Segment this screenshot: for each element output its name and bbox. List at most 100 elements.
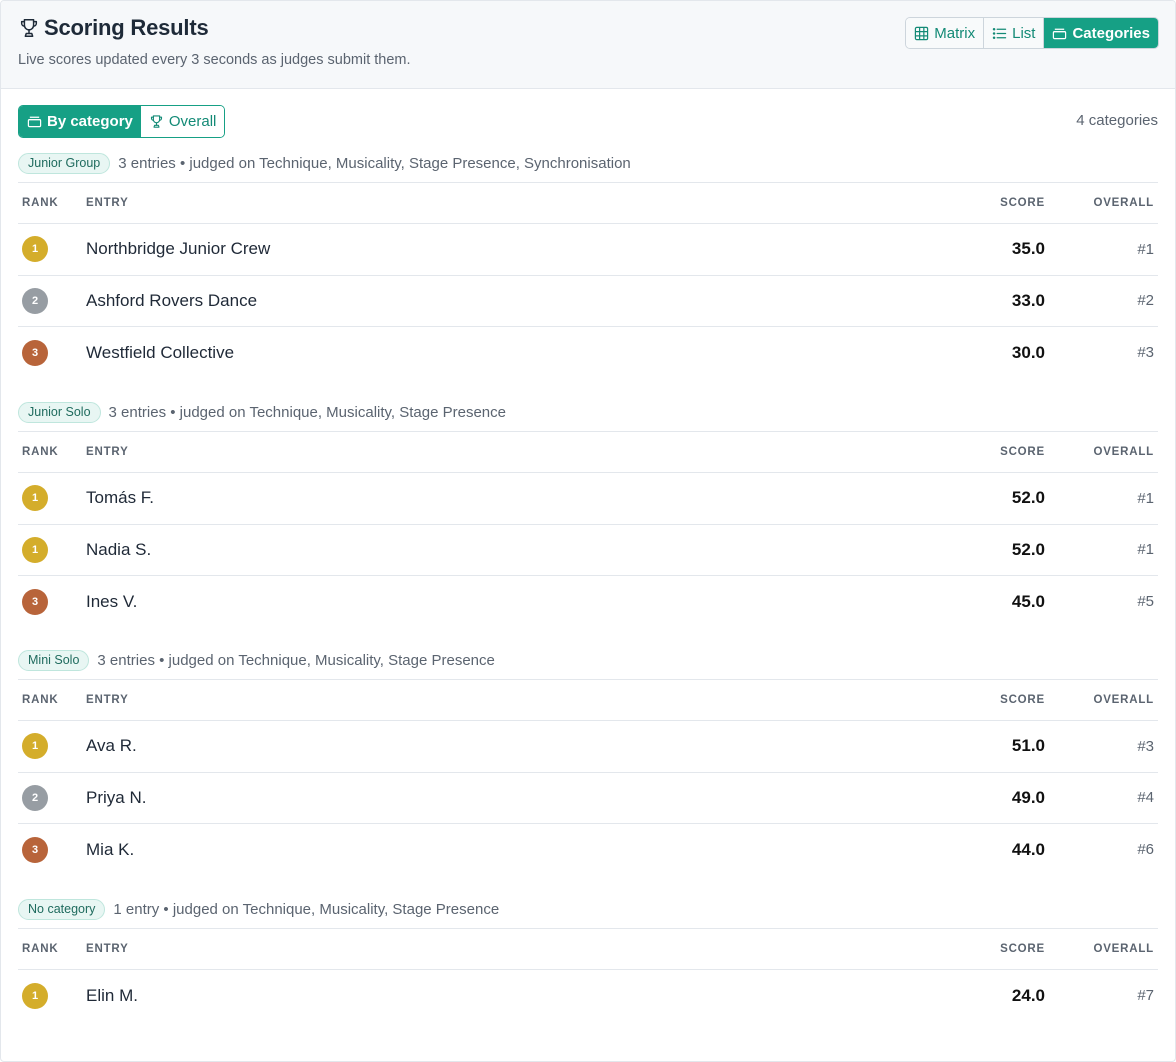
entry-score: 24.0 <box>1011 985 1045 1005</box>
view-list-button[interactable]: List <box>984 18 1045 48</box>
list-icon <box>992 27 1007 39</box>
view-matrix-button[interactable]: Matrix <box>906 18 985 48</box>
table-row: 3 Ines V. 45.0 #5 <box>18 576 1158 628</box>
rank-medal: 1 <box>22 236 48 263</box>
trophy-icon <box>150 115 162 128</box>
table-row: 3 Mia K. 44.0 #6 <box>18 824 1158 876</box>
entry-score: 52.0 <box>945 524 1045 576</box>
overall-button[interactable]: Overall <box>140 106 225 137</box>
table-row: 2 Ashford Rovers Dance 33.0 #2 <box>18 275 1158 327</box>
view-list-label: List <box>1012 24 1036 42</box>
page-subtitle: Live scores updated every 3 seconds as j… <box>18 52 411 68</box>
category-count: 4 categories <box>1076 112 1158 129</box>
score-column-header: SCORE <box>945 182 1045 224</box>
table-header-row: RANK ENTRY SCORE OVERALL <box>18 182 1158 224</box>
entry-score: 52.0 <box>945 472 1045 525</box>
entry-overall-rank: #1 <box>1045 472 1158 525</box>
entry-overall-rank: #2 <box>1045 275 1158 327</box>
category-pill: Junior Solo <box>18 401 101 423</box>
category-pill: Mini Solo <box>18 649 90 671</box>
table-row: 1 Tomás F. 52.0 #1 <box>18 472 1158 525</box>
category-description: 1 entry • judged on Technique, Musicalit… <box>113 900 500 918</box>
entry-column-header: ENTRY <box>82 928 945 970</box>
overall-column-header: OVERALL <box>1045 928 1158 970</box>
table-header-row: RANK ENTRY SCORE OVERALL <box>18 431 1158 473</box>
entry-name: Priya N. <box>82 772 945 824</box>
rank-medal: 3 <box>22 836 48 863</box>
entry-name: Ines V. <box>86 591 138 611</box>
table-row: 2 Priya N. 49.0 #4 <box>18 772 1158 824</box>
by-category-label: By category <box>47 113 133 130</box>
page-title-text: Scoring Results <box>44 15 209 40</box>
table-row: 1 Elin M. 24.0 #7 <box>18 970 1158 1022</box>
entry-score: 33.0 <box>945 275 1045 327</box>
results-toolbar: By category Overall 4 categories <box>18 105 1158 138</box>
rank-medal: 2 <box>22 287 48 314</box>
entry-overall-rank: #5 <box>1137 593 1154 610</box>
rank-medal: 1 <box>22 485 48 512</box>
page-title: Scoring Results <box>18 15 209 41</box>
entry-score: 49.0 <box>945 772 1045 824</box>
overall-column-header: OVERALL <box>1045 182 1158 224</box>
grid-icon <box>915 26 929 40</box>
entry-name: Nadia S. <box>82 524 945 576</box>
folder-icon <box>27 116 42 128</box>
entry-overall-rank: #3 <box>1045 720 1158 773</box>
category-description: 3 entries • judged on Technique, Musical… <box>97 651 495 669</box>
entry-name: Ava R. <box>82 720 945 773</box>
category-section: Mini Solo 3 entries • judged on Technique… <box>18 649 1158 875</box>
category-header: Mini Solo 3 entries • judged on Technique… <box>18 649 1158 671</box>
entry-name: Elin M. <box>86 985 138 1005</box>
entry-overall-rank: #7 <box>1137 987 1154 1004</box>
category-description: 3 entries • judged on Technique, Musical… <box>118 154 631 172</box>
entry-name: Westfield Collective <box>86 342 235 362</box>
rank-column-header: RANK <box>18 182 82 224</box>
results-table: RANK ENTRY SCORE OVERALL 1 Ava R. 51.0 #3 2 Priya… <box>18 679 1158 875</box>
rank-column-header: RANK <box>18 679 82 721</box>
entry-overall-rank: #6 <box>1137 841 1154 858</box>
view-matrix-label: Matrix <box>934 24 976 42</box>
table-header-row: RANK ENTRY SCORE OVERALL <box>18 928 1158 970</box>
score-column-header: SCORE <box>945 928 1045 970</box>
results-table: RANK ENTRY SCORE OVERALL 1 Northbridge Junior… <box>18 182 1158 378</box>
overall-label: Overall <box>168 113 217 130</box>
overall-column-header: OVERALL <box>1045 431 1158 473</box>
rank-medal: 1 <box>22 733 48 760</box>
entry-name: Ashford Rovers Dance <box>82 275 945 327</box>
page-header: Scoring Results Live scores updated ever… <box>1 1 1175 89</box>
scoring-results-card: Scoring Results Live scores updated ever… <box>0 0 1176 1062</box>
category-pill: Junior Group <box>18 152 111 174</box>
table-row: 1 Ava R. 51.0 #3 <box>18 720 1158 773</box>
table-row: 1 Nadia S. 52.0 #1 <box>18 524 1158 576</box>
rank-medal: 3 <box>22 339 48 366</box>
category-section: Junior Group 3 entries • judged on Techni… <box>18 152 1158 378</box>
entry-score: 30.0 <box>1011 342 1045 362</box>
entry-score: 45.0 <box>1011 591 1045 611</box>
rank-medal: 3 <box>22 588 48 615</box>
table-row: 3 Westfield Collective 30.0 #3 <box>18 327 1158 379</box>
view-toggle: Matrix List Categories <box>905 17 1159 49</box>
by-category-button[interactable]: By category <box>19 106 141 137</box>
table-header-row: RANK ENTRY SCORE OVERALL <box>18 679 1158 721</box>
entry-name: Tomás F. <box>82 472 945 525</box>
entry-score: 35.0 <box>945 223 1045 276</box>
trophy-icon <box>20 19 38 37</box>
category-pill: No category <box>18 898 106 920</box>
category-description: 3 entries • judged on Technique, Musical… <box>108 403 506 421</box>
category-header: No category 1 entry • judged on Technique… <box>18 898 1158 920</box>
category-section: No category 1 entry • judged on Technique… <box>18 898 1158 1021</box>
rank-column-header: RANK <box>18 431 82 473</box>
mode-toggle: By category Overall <box>18 105 226 138</box>
score-column-header: SCORE <box>945 679 1045 721</box>
entry-name: Northbridge Junior Crew <box>82 223 945 276</box>
entry-overall-rank: #3 <box>1137 344 1154 361</box>
folder-icon <box>1053 28 1067 39</box>
view-categories-button[interactable]: Categories <box>1044 18 1158 48</box>
entry-column-header: ENTRY <box>82 182 945 224</box>
category-section: Junior Solo 3 entries • judged on Techniq… <box>18 401 1158 627</box>
rank-medal: 1 <box>22 982 48 1009</box>
entry-column-header: ENTRY <box>82 431 945 473</box>
results-table: RANK ENTRY SCORE OVERALL 1 Tomás F. 52.0 #1 1 Nad… <box>18 431 1158 627</box>
score-column-header: SCORE <box>945 431 1045 473</box>
table-row: 1 Northbridge Junior Crew 35.0 #1 <box>18 223 1158 276</box>
